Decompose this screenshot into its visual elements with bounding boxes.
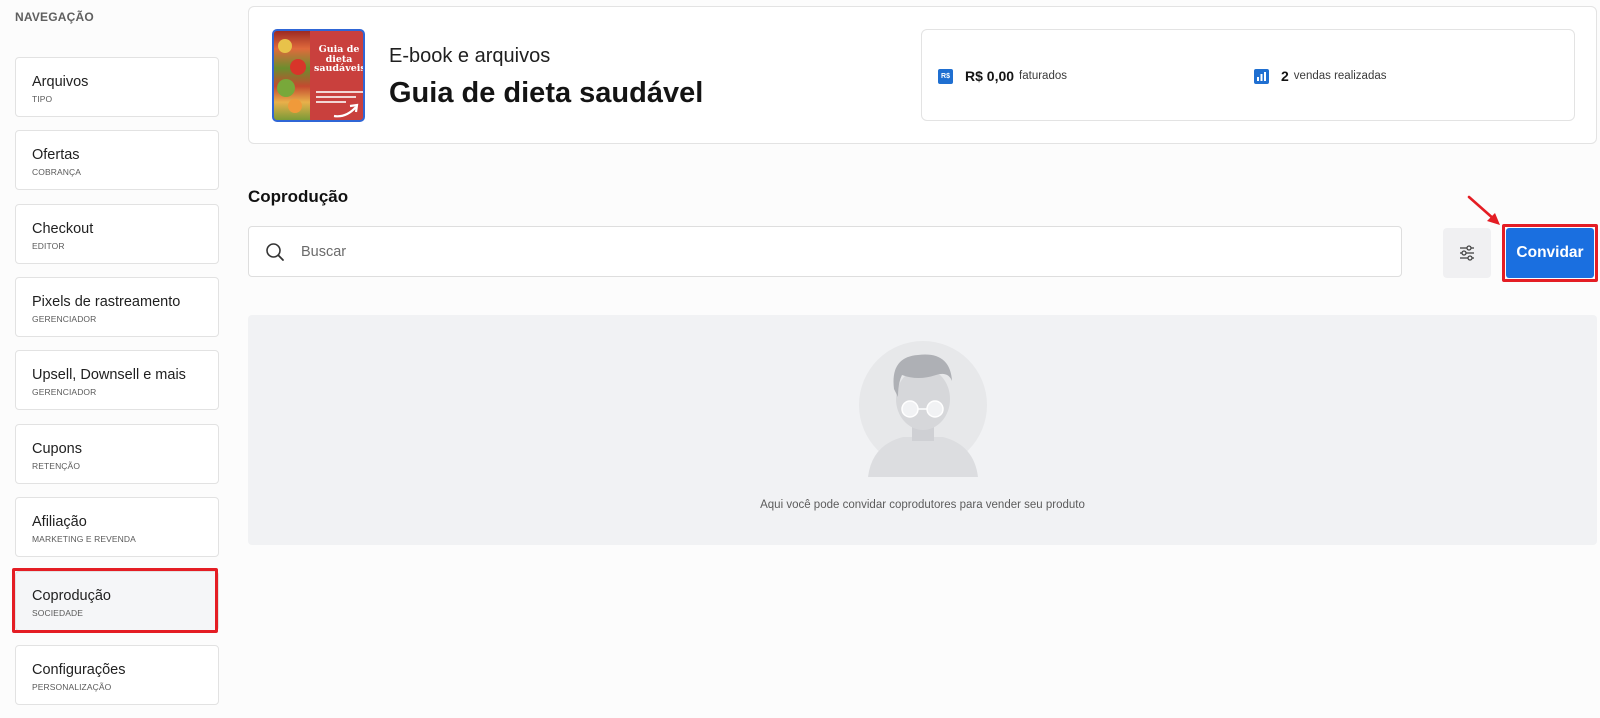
person-placeholder-icon (859, 341, 987, 477)
sidebar-item-cupons[interactable]: Cupons RETENÇÃO (15, 424, 219, 484)
filter-button[interactable] (1443, 228, 1491, 278)
search-icon (266, 242, 284, 261)
sales-label: vendas realizadas (1293, 70, 1387, 82)
cover-arrow-icon (333, 103, 359, 118)
product-name: Guia de dieta saudável (389, 77, 704, 109)
sales-stat: 2 vendas realizadas (1254, 68, 1387, 84)
section-title: Coprodução (248, 187, 349, 206)
sidebar-item-subtitle: EDITOR (32, 241, 65, 251)
sidebar-item-pixels[interactable]: Pixels de rastreamento GERENCIADOR (15, 277, 219, 337)
empty-state: Aqui você pode convidar coprodutores par… (248, 315, 1597, 545)
revenue-stat: R$ R$ 0,00 faturados (938, 68, 1067, 84)
sidebar-item-title: Cupons (32, 441, 82, 457)
sidebar-item-subtitle: SOCIEDADE (32, 608, 83, 618)
empty-state-message: Aqui você pode convidar coprodutores par… (760, 499, 1085, 511)
sidebar-item-subtitle: GERENCIADOR (32, 314, 97, 324)
search-bar[interactable] (248, 226, 1402, 277)
revenue-value: R$ 0,00 (965, 68, 1015, 84)
sidebar-item-title: Ofertas (32, 147, 80, 163)
sidebar-item-title: Afiliação (32, 514, 87, 530)
sales-value: 2 (1281, 68, 1289, 84)
revenue-label: faturados (1019, 70, 1067, 82)
sidebar-item-configuracoes[interactable]: Configurações PERSONALIZAÇÃO (15, 645, 219, 705)
product-cover-image: Guia de dieta saudáveis (272, 29, 365, 122)
sidebar-item-title: Pixels de rastreamento (32, 294, 181, 310)
bar-chart-icon (1254, 68, 1269, 84)
sidebar-item-title: Checkout (32, 221, 94, 237)
sidebar-item-checkout[interactable]: Checkout EDITOR (15, 204, 219, 264)
sidebar-item-title: Coprodução (32, 588, 111, 604)
product-header: Guia de dieta saudáveis E-book e arquivo… (248, 6, 1597, 144)
sidebar-item-subtitle: MARKETING E REVENDA (32, 534, 136, 544)
sidebar-item-subtitle: TIPO (32, 94, 53, 104)
invite-button[interactable]: Convidar (1506, 228, 1594, 278)
currency-icon: R$ (938, 68, 953, 84)
sidebar-item-subtitle: GERENCIADOR (32, 387, 97, 397)
red-arrow-icon (1467, 195, 1500, 225)
sidebar-item-ofertas[interactable]: Ofertas COBRANÇA (15, 130, 219, 190)
sidebar-item-title: Configurações (32, 662, 126, 678)
sidebar-heading: NAVEGAÇÃO (15, 10, 94, 24)
product-type: E-book e arquivos (389, 45, 551, 67)
sidebar-item-subtitle: PERSONALIZAÇÃO (32, 682, 112, 692)
stats-card: R$ R$ 0,00 faturados 2 vendas realizadas (921, 29, 1575, 121)
sidebar-item-title: Upsell, Downsell e mais (32, 367, 186, 383)
sidebar-item-coproducao[interactable]: Coprodução SOCIEDADE (15, 571, 219, 631)
cover-food-photo (274, 31, 310, 120)
cover-title: Guia de dieta saudáveis (314, 44, 365, 74)
sidebar-item-upsell[interactable]: Upsell, Downsell e mais GERENCIADOR (15, 350, 219, 410)
search-input[interactable] (301, 243, 1301, 260)
sidebar-item-arquivos[interactable]: Arquivos TIPO (15, 57, 219, 117)
sliders-icon (1460, 245, 1474, 261)
sidebar-item-subtitle: COBRANÇA (32, 167, 81, 177)
sidebar-item-subtitle: RETENÇÃO (32, 461, 81, 471)
sidebar-item-afiliacao[interactable]: Afiliação MARKETING E REVENDA (15, 497, 219, 557)
sidebar-item-title: Arquivos (32, 74, 89, 90)
